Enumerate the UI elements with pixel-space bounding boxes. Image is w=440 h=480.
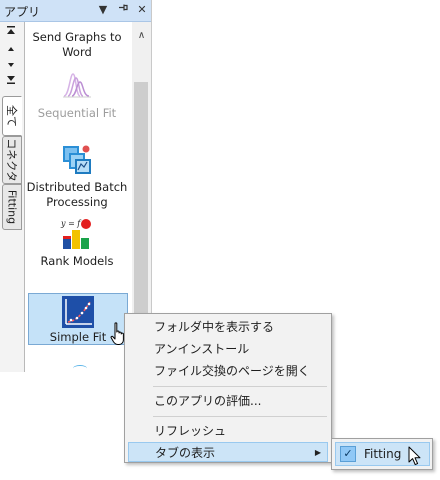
tab-all[interactable]: 全て [2, 96, 22, 136]
menu-item-rate-app[interactable]: このアプリの評価... [128, 391, 328, 411]
pin-icon[interactable] [116, 2, 130, 18]
app-label: Sequential Fit [37, 106, 117, 120]
tab-fitting-label: Fitting [5, 189, 19, 225]
scroll-down-small-icon[interactable] [3, 58, 19, 74]
menu-item-refresh[interactable]: リフレッシュ [128, 421, 328, 441]
side-scroll-controls [3, 26, 19, 90]
context-menu: フォルダ中を表示する アンインストール ファイル交換のページを開く このアプリの… [124, 313, 332, 463]
submenu-arrow-icon: ▶ [314, 448, 321, 457]
sequential-fit-icon [61, 68, 93, 100]
close-icon[interactable]: ✕ [135, 2, 149, 18]
menu-item-show-in-folder[interactable]: フォルダ中を表示する [128, 317, 328, 337]
app-sequential-fit[interactable]: Sequential Fit [25, 68, 129, 121]
checkmark-icon: ✓ [340, 446, 356, 462]
panel-title: アプリ [4, 5, 41, 19]
app-list: Send Graphs to Word Sequential Fit Distr… [24, 22, 134, 372]
app-label: Distributed Batch Processing [26, 180, 128, 209]
scroll-up-small-icon[interactable] [3, 42, 19, 58]
menu-item-show-tabs-label: タブの表示 [155, 446, 216, 460]
tab-fitting[interactable]: Fitting [2, 184, 22, 230]
arrow-cursor-icon [408, 446, 422, 469]
menu-item-uninstall[interactable]: アンインストール [128, 339, 328, 359]
menu-item-open-file-exchange[interactable]: ファイル交換のページを開く [128, 361, 328, 381]
app-label: Send Graphs to Word [32, 30, 122, 59]
rank-formula: y = f [60, 219, 82, 228]
menu-separator [153, 386, 327, 387]
tab-all-label: 全て [5, 105, 18, 127]
app-distributed-batch-processing[interactable]: Distributed Batch Processing [25, 144, 129, 210]
app-rank-models[interactable]: y = f Rank Models [25, 218, 129, 269]
simple-fit-icon [62, 296, 94, 328]
rank-models-icon: y = f [59, 218, 95, 250]
menu-separator [153, 416, 327, 417]
tab-connectors[interactable]: コネクタ [2, 136, 22, 184]
tab-connectors-label: コネクタ [5, 138, 18, 182]
scroll-top-icon[interactable] [3, 26, 19, 42]
scroll-bottom-icon[interactable] [3, 74, 19, 90]
panel-dropdown-icon[interactable]: ▼ [96, 2, 110, 18]
panel-titlebar: アプリ ▼ ✕ [0, 0, 151, 22]
app-label: Rank Models [40, 254, 114, 268]
next-app-icon-partial [73, 365, 87, 372]
distributed-batch-icon [61, 144, 93, 176]
menu-item-show-tabs[interactable]: タブの表示 ▶ [128, 442, 328, 462]
app-send-graphs-to-word[interactable]: Send Graphs to Word [25, 30, 129, 60]
submenu-item-fitting-label: Fitting [364, 447, 402, 461]
scroll-up-arrow-icon[interactable]: ∧ [134, 30, 149, 42]
